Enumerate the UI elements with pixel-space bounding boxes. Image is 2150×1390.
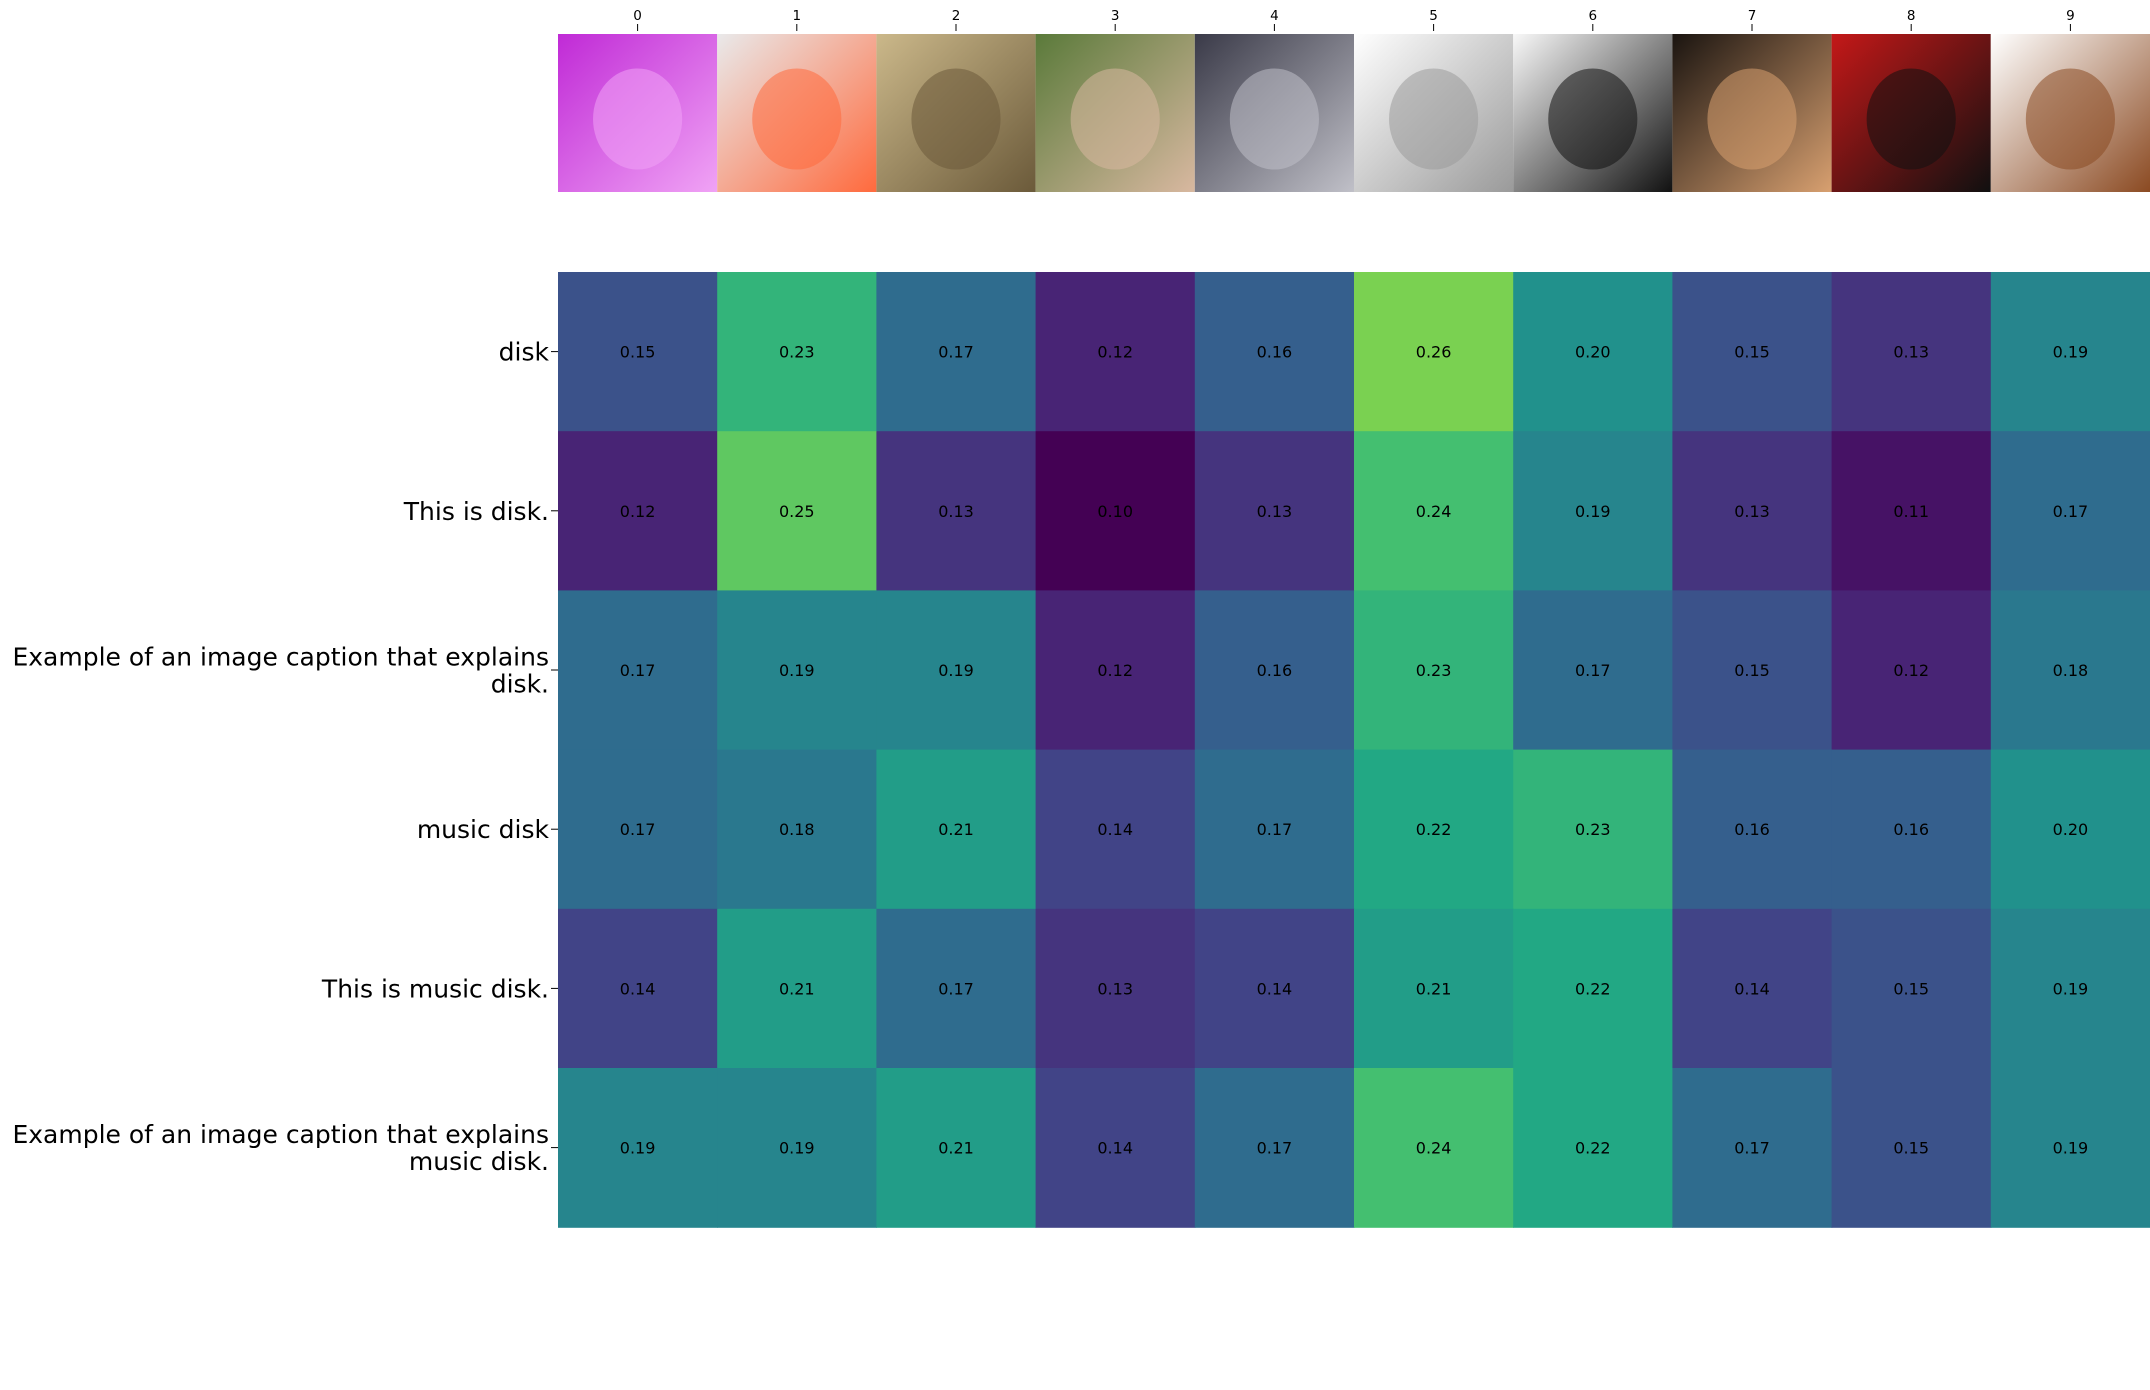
column-tick-label: 0 (633, 8, 642, 24)
cell-value-label: 0.13 (1097, 979, 1133, 998)
thumbnail-pan-flute-photo (1990, 34, 2150, 192)
cell-value-label: 0.12 (1097, 343, 1133, 362)
cell-value-label: 0.17 (938, 979, 974, 998)
thumbnail-guitarist-red-backdrop-photo (1831, 34, 1991, 192)
cell-value-label: 0.12 (1893, 661, 1929, 680)
column-tick-labels: 0 1 2 3 4 5 6 7 8 9 (633, 8, 2075, 31)
cell-value-label: 0.18 (779, 820, 815, 839)
row-label: Example of an image caption that explain… (12, 1120, 549, 1149)
cell-value-label: 0.14 (1097, 820, 1133, 839)
thumbnail-female-singer-photo (1672, 34, 1832, 192)
cell-value-label: 0.24 (1416, 1139, 1452, 1158)
thumbnail-man-with-hat-photo (1035, 34, 1195, 192)
cell-value-label: 0.16 (1257, 661, 1293, 680)
cell-value-label: 0.13 (1893, 343, 1929, 362)
thumbnail-floppy-disks-photo (717, 34, 877, 192)
cell-value-label: 0.23 (779, 343, 815, 362)
cell-value-label: 0.25 (779, 502, 815, 521)
heatmap-chart: 0123456789 0.15 0.23 0.17 0.12 0.16 0.26 0.20 0… (12, 8, 2150, 1228)
cell-value-label: 0.17 (1257, 1139, 1293, 1158)
cell-value-label: 0.13 (1734, 502, 1770, 521)
cell-value-label: 0.22 (1575, 1139, 1611, 1158)
cell-value-label: 0.15 (1734, 343, 1770, 362)
cell-value-label: 0.20 (2053, 820, 2089, 839)
row-tick-labels: disk This is disk. Example of an image cap… (12, 338, 558, 1176)
cell-value-label: 0.15 (1734, 661, 1770, 680)
cell-value-label: 0.17 (2053, 502, 2089, 521)
cell-value-label: 0.16 (1893, 820, 1929, 839)
cell-value-label: 0.19 (620, 1139, 656, 1158)
cell-value-label: 0.15 (620, 343, 656, 362)
cell-value-label: 0.14 (1734, 979, 1770, 998)
cell-value-label: 0.17 (620, 661, 656, 680)
cell-value-label: 0.19 (938, 661, 974, 680)
cell-value-label: 0.17 (1575, 661, 1611, 680)
cell-value-label: 0.16 (1257, 343, 1293, 362)
cell-value-label: 0.21 (938, 820, 974, 839)
cell-value-label: 0.19 (779, 1139, 815, 1158)
thumbnail-performer-pink-stage-photo (558, 34, 718, 192)
cell-value-label: 0.19 (2053, 1139, 2089, 1158)
image-thumbnail-strip (558, 34, 2150, 192)
column-tick-label: 2 (952, 8, 961, 24)
cell-value-label: 0.19 (1575, 502, 1611, 521)
cell-value-label: 0.15 (1893, 979, 1929, 998)
cell-value-label: 0.11 (1893, 502, 1929, 521)
column-tick-label: 6 (1589, 8, 1598, 24)
row-label: music disk (417, 815, 550, 844)
cell-value-label: 0.12 (1097, 661, 1133, 680)
cell-value-label: 0.20 (1575, 343, 1611, 362)
cell-value-label: 0.13 (1257, 502, 1293, 521)
thumbnail-outdoor-concert-stage-photo (1194, 34, 1354, 192)
column-tick-label: 4 (1270, 8, 1279, 24)
row-label: music disk. (409, 1147, 549, 1176)
cell-value-label: 0.14 (620, 979, 656, 998)
cell-value-label: 0.16 (1734, 820, 1770, 839)
cell-value-label: 0.23 (1575, 820, 1611, 839)
row-label: disk (499, 338, 550, 367)
cell-value-label: 0.22 (1416, 820, 1452, 839)
cell-value-label: 0.17 (1257, 820, 1293, 839)
thumbnail-vinyl-record-photo (1513, 34, 1673, 192)
cell-value-label: 0.26 (1416, 343, 1452, 362)
cell-value-label: 0.19 (2053, 343, 2089, 362)
cell-value-label: 0.17 (938, 343, 974, 362)
cell-value-label: 0.19 (2053, 979, 2089, 998)
cell-value-label: 0.17 (620, 820, 656, 839)
cell-value-label: 0.24 (1416, 502, 1452, 521)
thumbnail-vintage-jazz-band-photo (876, 34, 1036, 192)
row-label: This is disk. (403, 497, 549, 526)
cell-value-label: 0.15 (1893, 1139, 1929, 1158)
heatmap-cells: 0.15 0.23 0.17 0.12 0.16 0.26 0.20 0.15 0.13 0.19… (558, 272, 2150, 1228)
cell-value-label: 0.14 (1257, 979, 1293, 998)
cell-value-label: 0.21 (1416, 979, 1452, 998)
column-tick-label: 5 (1429, 8, 1438, 24)
thumbnail-hard-disk-drive-photo (1354, 34, 1514, 192)
cell-value-label: 0.21 (779, 979, 815, 998)
row-label: Example of an image caption that explain… (12, 643, 549, 672)
cell-value-label: 0.18 (2053, 661, 2089, 680)
row-label: This is music disk. (321, 974, 549, 1003)
cell-value-label: 0.10 (1097, 502, 1133, 521)
column-tick-label: 1 (793, 8, 802, 24)
column-tick-label: 7 (1748, 8, 1757, 24)
cell-value-label: 0.14 (1097, 1139, 1133, 1158)
cell-value-label: 0.22 (1575, 979, 1611, 998)
cell-value-label: 0.12 (620, 502, 656, 521)
cell-value-label: 0.13 (938, 502, 974, 521)
column-tick-label: 3 (1111, 8, 1120, 24)
cell-value-label: 0.21 (938, 1139, 974, 1158)
column-tick-label: 8 (1907, 8, 1916, 24)
row-label: disk. (491, 670, 549, 699)
cell-value-label: 0.17 (1734, 1139, 1770, 1158)
cell-value-label: 0.19 (779, 661, 815, 680)
cell-value-label: 0.23 (1416, 661, 1452, 680)
column-tick-label: 9 (2066, 8, 2075, 24)
